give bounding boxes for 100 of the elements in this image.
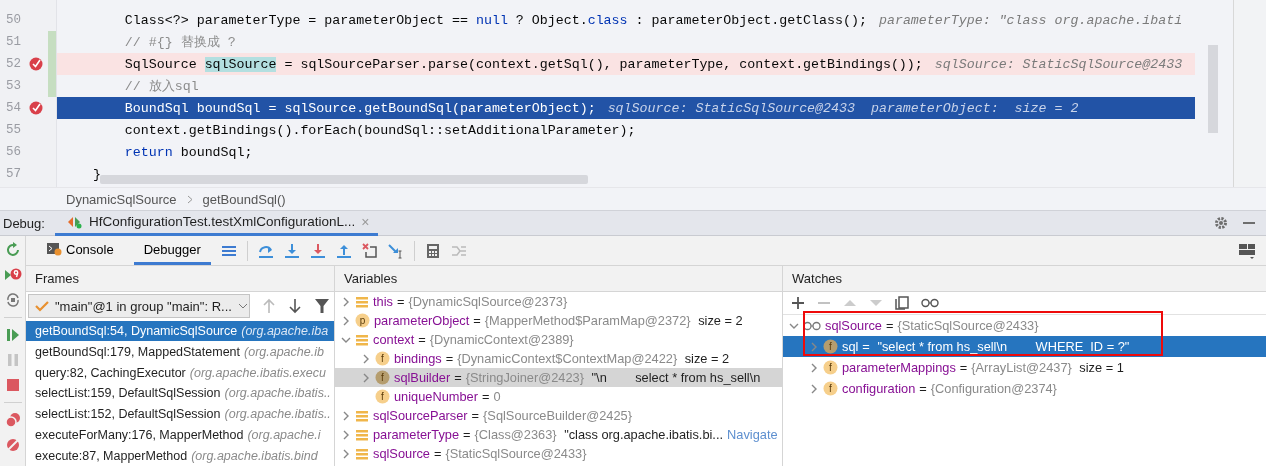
expand-chevron-icon[interactable] (341, 448, 351, 459)
stack-frame[interactable]: executeForMany:176, MapperMethod (org.apache.i (26, 424, 334, 446)
equals-sign: = (396, 294, 405, 309)
breakpoints-icon[interactable] (4, 412, 21, 428)
tree-row[interactable]: context = {DynamicContext@2389} (335, 330, 782, 349)
console-icon (46, 242, 62, 256)
rerun-icon[interactable] (4, 242, 21, 258)
equals-sign: = (471, 408, 480, 423)
variable-value: {Class@2363} (474, 427, 557, 442)
tree-row[interactable]: sqlSource = {StaticSqlSource@2433} (335, 444, 782, 463)
stack-frame[interactable]: selectList:152, DefaultSqlSession (org.apache.ibatis.. (26, 403, 334, 425)
tree-row[interactable]: f uniqueNumber = 0 (335, 387, 782, 406)
tree-row[interactable]: f parameterMappings = {ArrayList@2437} size = 1 (783, 357, 1266, 378)
variable-extra: size = 2 (683, 351, 730, 366)
variable-value: 0 (493, 389, 501, 404)
tree-row[interactable]: f sql = "select * from hs_sell\n WHERE ID = ?" (783, 336, 1266, 357)
panel-tab[interactable]: Console (36, 236, 124, 265)
variable-name: bindings (394, 351, 442, 366)
vertical-scrollbar[interactable] (1208, 45, 1218, 133)
variable-name: configuration (842, 381, 916, 396)
tree-row[interactable]: sqlSourceParser = {SqlSourceBuilder@2425} (335, 406, 782, 425)
stack-frame[interactable]: execute:87, MapperMethod (org.apache.ibatis.bind (26, 445, 334, 466)
equals-sign: = (445, 351, 454, 366)
variable-value: {MapperMethod$ParamMap@2372} (484, 313, 691, 328)
panel-header: Variables (344, 271, 398, 286)
variable-icon (355, 446, 369, 461)
run-to-cursor-icon[interactable] (387, 242, 404, 259)
restart-badge-icon[interactable] (3, 267, 22, 283)
debug-label: Debug: (2, 215, 46, 231)
variable-name: sql (842, 339, 859, 354)
variable-name: parameterMappings (842, 360, 956, 375)
tree-row[interactable]: f configuration = {Configuration@2374} (783, 378, 1266, 399)
expand-chevron-icon[interactable] (341, 296, 351, 307)
expand-chevron-icon[interactable] (341, 315, 351, 326)
chevron-right-icon (186, 194, 193, 204)
tree-row[interactable]: p parameterObject = {MapperMethod$ParamMap@2372} size = 2 (335, 311, 782, 330)
stack-frame[interactable]: getBoundSql:54, DynamicSqlSource (org.apache.iba (26, 320, 334, 342)
equals-sign: = (433, 446, 442, 461)
copy-icon[interactable] (895, 296, 909, 310)
mute-breakpoints-icon[interactable] (4, 437, 21, 453)
inline-value-hint: sqlSource: StaticSqlSource@2433 parameterObject: size = 2 (607, 100, 1079, 116)
breadcrumb-item[interactable]: getBoundSql() (202, 191, 286, 207)
variable-icon (355, 427, 369, 442)
tree-row[interactable]: this = {DynamicSqlSource@2373} (335, 292, 782, 311)
tree-row[interactable]: sqlSource = {StaticSqlSource@2433} (783, 315, 1266, 336)
variable-value: {ArrayList@2437} (971, 360, 1072, 375)
panel-header: Watches (792, 271, 843, 286)
variable-name: context (373, 332, 415, 347)
horizontal-scrollbar[interactable] (100, 175, 588, 184)
breadcrumb-item[interactable]: DynamicSqlSource (66, 191, 177, 207)
tree-row[interactable]: f sqlBuilder = {StringJoiner@2423} "\n select * from hs_sell\n (335, 368, 782, 387)
expand-chevron-icon[interactable] (361, 353, 371, 364)
variable-value: {StaticSqlSource@2433} (897, 318, 1039, 333)
debug-session-icon (66, 214, 83, 229)
expand-chevron-icon[interactable] (809, 362, 819, 373)
variable-value: {Configuration@2374} (930, 381, 1057, 396)
inline-value-hint: sqlSource: StaticSqlSource@2433 (934, 56, 1183, 72)
glasses-icon[interactable] (921, 298, 939, 308)
variable-extra: size = 2 (697, 313, 743, 328)
step-out-icon[interactable] (335, 242, 352, 259)
thread-dropdown[interactable]: "main"@1 in group "main": R... (28, 294, 250, 319)
restore-layout-icon[interactable] (4, 292, 21, 308)
menu-icon[interactable] (220, 243, 237, 258)
stop-icon[interactable] (4, 377, 21, 393)
force-step-into-icon[interactable] (309, 242, 326, 259)
drop-frame-icon[interactable] (361, 242, 378, 259)
arrow-up-icon[interactable] (262, 298, 276, 315)
variable-extra: "select * from hs_sell\n WHERE ID = ?" (876, 339, 1130, 354)
variable-name: this (373, 294, 393, 309)
expand-chevron-icon[interactable] (341, 410, 351, 421)
variable-name: sqlSourceParser (373, 408, 468, 423)
stack-frame[interactable]: query:82, CachingExecutor (org.apache.ibatis.execu (26, 362, 334, 383)
variable-name: sqlBuilder (394, 370, 451, 385)
expand-chevron-icon[interactable] (361, 372, 371, 383)
stack-frame[interactable]: selectList:159, DefaultSqlSession (org.apache.ibatis.. (26, 382, 334, 404)
expand-chevron-icon[interactable] (809, 383, 819, 394)
layout-icon[interactable] (1238, 241, 1256, 260)
arrow-down-icon[interactable] (288, 298, 302, 315)
equals-sign: = (473, 313, 481, 328)
add-icon[interactable] (791, 296, 805, 310)
field-icon: f (375, 389, 390, 404)
line-number: 51 (5, 35, 21, 49)
expand-chevron-icon[interactable] (341, 429, 351, 440)
breakpoint-icon[interactable] (29, 57, 43, 71)
code-text: return boundSql; (123, 144, 253, 160)
equals-sign: = (463, 427, 471, 442)
breakpoint-icon[interactable] (29, 101, 43, 115)
tree-row[interactable]: parameterType = {Class@2363} "class org.apache.ibatis.bi... Navigate (335, 425, 782, 444)
calculator-icon[interactable] (424, 242, 441, 259)
settings-icon[interactable] (1214, 216, 1228, 230)
navigate-link[interactable]: Navigate (727, 427, 778, 442)
line-number: 54 (5, 101, 21, 115)
filter-icon[interactable] (314, 298, 330, 315)
stack-frame[interactable]: getBoundSql:179, MappedStatement (org.apache.ib (26, 341, 334, 363)
equals-sign: = (919, 381, 927, 396)
resume-icon[interactable] (4, 327, 21, 343)
step-into-icon[interactable] (283, 242, 300, 259)
inline-value-hint: parameterType: "class org.apache.ibati (878, 12, 1183, 28)
tree-row[interactable]: f bindings = {DynamicContext$ContextMap@2422} size = 2 (335, 349, 782, 368)
code-text: Class<?> parameterType = parameterObject == null ? Object.class : parameterObject.getClass(); (123, 12, 867, 28)
